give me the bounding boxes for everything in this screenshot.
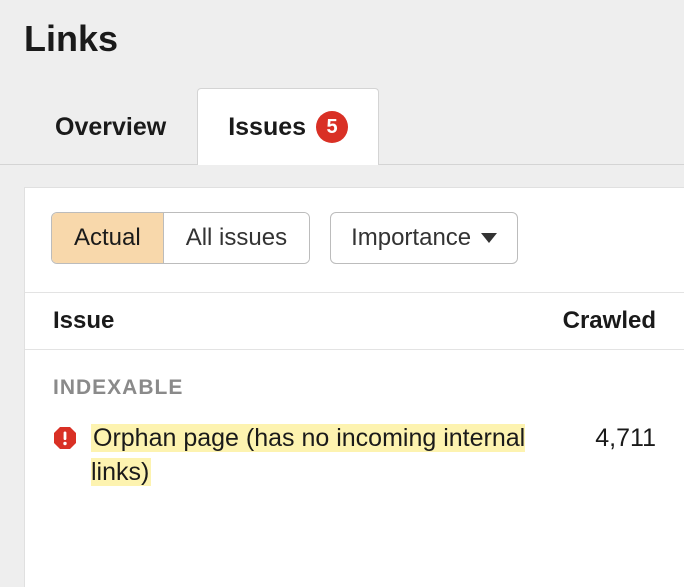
issue-text-highlight: Orphan page (has no incoming internal li…	[91, 424, 525, 486]
filter-controls: Actual All issues Importance	[25, 188, 684, 292]
tab-overview-label: Overview	[55, 113, 166, 142]
col-crawled-header: Crawled	[563, 307, 656, 335]
issues-count-badge: 5	[316, 111, 348, 143]
table-header: Issue Crawled	[25, 292, 684, 350]
tab-issues[interactable]: Issues 5	[197, 88, 379, 165]
chevron-down-icon	[481, 233, 497, 243]
filter-all-issues-button[interactable]: All issues	[163, 213, 309, 263]
alert-icon	[53, 426, 77, 450]
tab-overview[interactable]: Overview	[24, 90, 197, 164]
filter-actual-button[interactable]: Actual	[52, 213, 163, 263]
section-indexable-label: INDEXABLE	[25, 350, 684, 418]
issue-text: Orphan page (has no incoming internal li…	[91, 422, 542, 490]
crawled-count: 4,711	[576, 422, 656, 453]
issue-filter-segment: Actual All issues	[51, 212, 310, 264]
page-title: Links	[0, 0, 684, 88]
issues-panel: Actual All issues Importance Issue Crawl…	[24, 187, 684, 587]
tab-issues-label: Issues	[228, 113, 306, 142]
col-issue-header: Issue	[53, 307, 114, 335]
sort-dropdown[interactable]: Importance	[330, 212, 518, 264]
table-row[interactable]: Orphan page (has no incoming internal li…	[25, 418, 684, 510]
sort-dropdown-label: Importance	[351, 224, 471, 252]
tabs: Overview Issues 5	[0, 88, 684, 165]
